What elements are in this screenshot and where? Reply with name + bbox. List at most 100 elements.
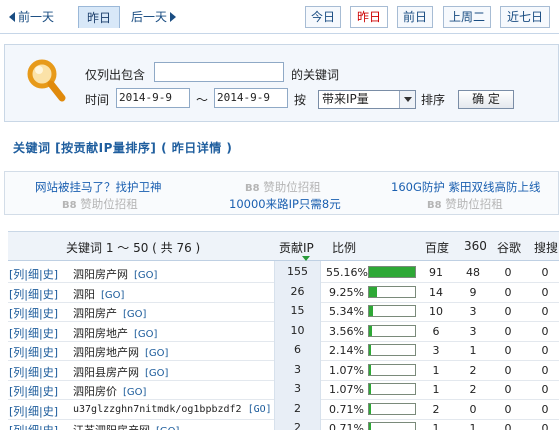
ratio-cell: 1.07%	[329, 383, 364, 396]
go-link[interactable]: [GO]	[134, 329, 157, 340]
baidu-cell: 3	[432, 344, 440, 357]
ratio-bar	[368, 266, 416, 278]
sort-by-selected-value: 带来IP量	[322, 92, 369, 106]
start-date-input[interactable]: 2014-9-9	[116, 88, 190, 108]
section-heading: 关键词 [按贡献IP量排序] ( 昨日详情 )	[13, 141, 233, 155]
left-arrow-icon	[9, 12, 15, 22]
s360-cell: 1	[469, 422, 477, 430]
current-day-tab: 昨日	[78, 6, 120, 28]
keyword-cell: 泗阳房地产网 [GO]	[73, 344, 168, 360]
google-cell: 0	[504, 344, 512, 357]
ratio-cell: 1.07%	[329, 363, 364, 377]
ratio-bar-fill	[369, 384, 371, 394]
tab-last-tuesday[interactable]: 上周二	[443, 6, 491, 28]
previous-day-label: 前一天	[18, 10, 55, 24]
end-date-input[interactable]: 2014-9-9	[214, 88, 288, 108]
go-link[interactable]: [GO]	[134, 270, 157, 281]
keyword-cell: 泗阳 [GO]	[73, 286, 124, 302]
baidu-cell: 91	[429, 266, 443, 279]
confirm-button[interactable]: 确 定	[458, 90, 514, 109]
sogou-cell: 0	[541, 285, 549, 299]
contrib-cell: 6	[274, 339, 321, 360]
go-link[interactable]: [GO]	[248, 404, 272, 415]
go-link[interactable]: [GO]	[123, 387, 146, 398]
baidu-cell: 6	[432, 324, 440, 338]
ratio-bar-fill	[369, 267, 415, 277]
google-column-header[interactable]: 谷歌	[497, 239, 521, 256]
contrib-column-header[interactable]: 贡献IP	[279, 239, 314, 256]
ad-link-5[interactable]: 10000来路IP只需8元	[229, 196, 341, 212]
go-link[interactable]: [GO]	[101, 290, 124, 301]
contrib-cell: 3	[274, 358, 321, 380]
google-cell: 0	[504, 324, 512, 338]
sogou-column-header[interactable]: 搜搜	[534, 239, 558, 256]
magnifier-icon	[27, 59, 66, 102]
baidu-cell: 2	[432, 402, 440, 416]
ad-link-1[interactable]: 网站被挂马了？找护卫神	[35, 179, 162, 195]
right-arrow-icon	[170, 12, 177, 22]
previous-day-link[interactable]: 前一天	[9, 6, 54, 28]
ratio-column-header[interactable]: 比例	[332, 239, 356, 256]
ad-link-3[interactable]: 160G防护 紫田双线高防上线	[391, 179, 541, 195]
keyword-text: 泗阳	[73, 287, 95, 301]
google-cell: 0	[504, 266, 512, 279]
contrib-cell: 15	[274, 300, 321, 321]
google-cell: 0	[504, 383, 512, 396]
s360-cell: 3	[469, 305, 477, 318]
ratio-bar	[368, 285, 416, 298]
ad-slot-2[interactable]: B8 赞助位招租	[245, 179, 321, 195]
ratio-bar-fill	[369, 403, 371, 414]
sort-label: 排序	[421, 93, 446, 107]
keyword-text: 泗阳房地产网	[73, 346, 139, 359]
ratio-cell: 0.71%	[329, 422, 364, 430]
ratio-bar	[368, 363, 416, 376]
google-cell: 0	[504, 363, 512, 377]
ratio-bar	[368, 324, 416, 337]
chevron-down-icon	[399, 91, 415, 108]
keyword-filter-input[interactable]	[154, 62, 284, 82]
row-action-links[interactable]: [列|细|史]	[9, 403, 58, 419]
next-day-link[interactable]: 后一天	[131, 6, 177, 28]
go-link[interactable]: [GO]	[156, 426, 179, 430]
keyword-table: 关键词 1 ～ 50 ( 共 76 ) 贡献IP 比例 百度 360 谷歌 搜搜…	[8, 231, 559, 430]
keyword-cell: 江苏泗阳房产网 [GO]	[73, 422, 179, 430]
tab-yesterday[interactable]: 昨日	[350, 6, 388, 28]
s360-cell: 48	[466, 266, 480, 279]
keyword-text: u37glzzghn7nitmdk/og1bpbzdf2	[73, 403, 242, 415]
keyword-text: 江苏泗阳房产网	[73, 424, 150, 430]
filter-panel: 仅列出包含 的关键词 时间 2014-9-9 ～ 2014-9-9 按 带来IP…	[4, 44, 559, 122]
tab-last-seven-days[interactable]: 近七日	[500, 6, 550, 28]
ad-slot-4[interactable]: B8 赞助位招租	[62, 196, 138, 212]
s360-cell: 1	[469, 344, 477, 357]
row-action-links[interactable]: [列|细|史]	[9, 266, 58, 282]
go-link[interactable]: [GO]	[123, 309, 146, 320]
ratio-bar-fill	[369, 325, 372, 336]
sort-by-prefix: 按	[294, 93, 307, 107]
row-action-links[interactable]: [列|细|史]	[9, 286, 58, 302]
date-range-separator: ～	[196, 93, 209, 107]
go-link[interactable]: [GO]	[145, 348, 168, 359]
ad-slot-6[interactable]: B8 赞助位招租	[427, 196, 503, 212]
time-label: 时间	[85, 93, 110, 107]
go-link[interactable]: [GO]	[145, 368, 168, 379]
tab-day-before[interactable]: 前日	[397, 6, 433, 28]
baidu-column-header[interactable]: 百度	[425, 239, 449, 256]
row-action-links[interactable]: [列|细|史]	[9, 383, 58, 399]
tab-today[interactable]: 今日	[305, 6, 341, 28]
baidu-cell: 1	[432, 363, 440, 377]
row-action-links[interactable]: [列|细|史]	[9, 344, 58, 360]
sogou-cell: 0	[541, 422, 549, 430]
ratio-cell: 9.25%	[329, 285, 364, 299]
row-action-links[interactable]: [列|细|史]	[9, 325, 58, 341]
keyword-cell: u37glzzghn7nitmdk/og1bpbzdf2 [GO]	[73, 404, 272, 415]
row-action-links[interactable]: [列|细|史]	[9, 422, 58, 430]
keyword-text: 泗阳房产	[73, 307, 117, 320]
sort-by-select[interactable]: 带来IP量	[318, 90, 416, 109]
s360-cell: 2	[469, 383, 477, 396]
ratio-bar-fill	[369, 364, 371, 375]
row-action-links[interactable]: [列|细|史]	[9, 305, 58, 321]
s360-column-header[interactable]: 360	[464, 239, 487, 253]
ratio-cell: 3.56%	[329, 324, 364, 338]
ratio-bar-fill	[369, 286, 377, 297]
row-action-links[interactable]: [列|细|史]	[9, 364, 58, 380]
